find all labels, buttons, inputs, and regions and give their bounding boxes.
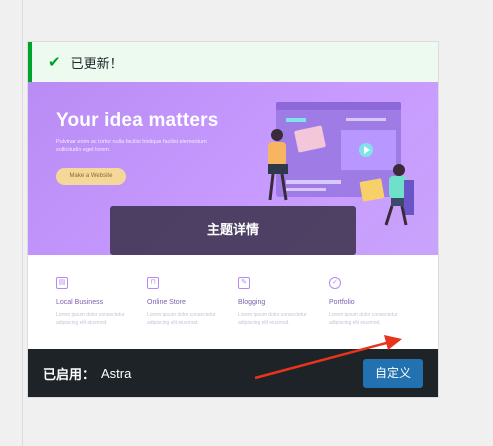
feature-desc: Lorem ipsum dolor consectetur adipiscing… xyxy=(329,312,398,326)
active-theme-label: 已启用： xyxy=(43,367,96,383)
feature-item: ⊓ Online Store Lorem ipsum dolor consect… xyxy=(147,277,232,327)
feature-title: Blogging xyxy=(238,299,266,306)
feature-desc: Lorem ipsum dolor consectetur adipiscing… xyxy=(238,312,307,326)
theme-details-button[interactable]: 主题详情 xyxy=(110,206,356,255)
feature-item: ✎ Blogging Lorem ipsum dolor consectetur… xyxy=(238,277,323,327)
preview-hero-button: Make a Website xyxy=(56,168,126,185)
badge-icon: ✓ xyxy=(329,277,341,289)
feature-title: Local Business xyxy=(56,299,104,306)
admin-sidebar-edge xyxy=(0,0,23,446)
update-notice: ✔ 已更新！ xyxy=(28,42,438,82)
feature-title: Online Store xyxy=(147,299,186,306)
preview-hero-text: Pulvinar enim ac tortor nulla facilisi t… xyxy=(56,139,207,153)
pencil-icon: ✎ xyxy=(238,277,250,289)
feature-desc: Lorem ipsum dolor consectetur adipiscing… xyxy=(56,312,125,326)
preview-hero-title: Your idea matters xyxy=(56,110,219,131)
theme-card[interactable]: ✔ 已更新！ Your idea matters Pulvinar enim a… xyxy=(28,42,438,397)
building-icon: ▤ xyxy=(56,277,68,289)
notice-message: 已更新！ xyxy=(70,56,123,72)
checkmark-icon: ✔ xyxy=(48,53,61,71)
theme-card-footer: 已启用： Astra 自定义 xyxy=(28,349,438,397)
customize-button[interactable]: 自定义 xyxy=(363,359,423,388)
feature-desc: Lorem ipsum dolor consectetur adipiscing… xyxy=(147,312,216,326)
feature-item: ✓ Portfolio Lorem ipsum dolor consectetu… xyxy=(329,277,414,327)
preview-features: ▤ Local Business Lorem ipsum dolor conse… xyxy=(28,255,438,349)
theme-screenshot[interactable]: Your idea matters Pulvinar enim ac torto… xyxy=(28,82,438,349)
feature-item: ▤ Local Business Lorem ipsum dolor conse… xyxy=(56,277,141,327)
feature-title: Portfolio xyxy=(329,299,355,306)
theme-name: Astra xyxy=(101,365,132,381)
bag-icon: ⊓ xyxy=(147,277,159,289)
